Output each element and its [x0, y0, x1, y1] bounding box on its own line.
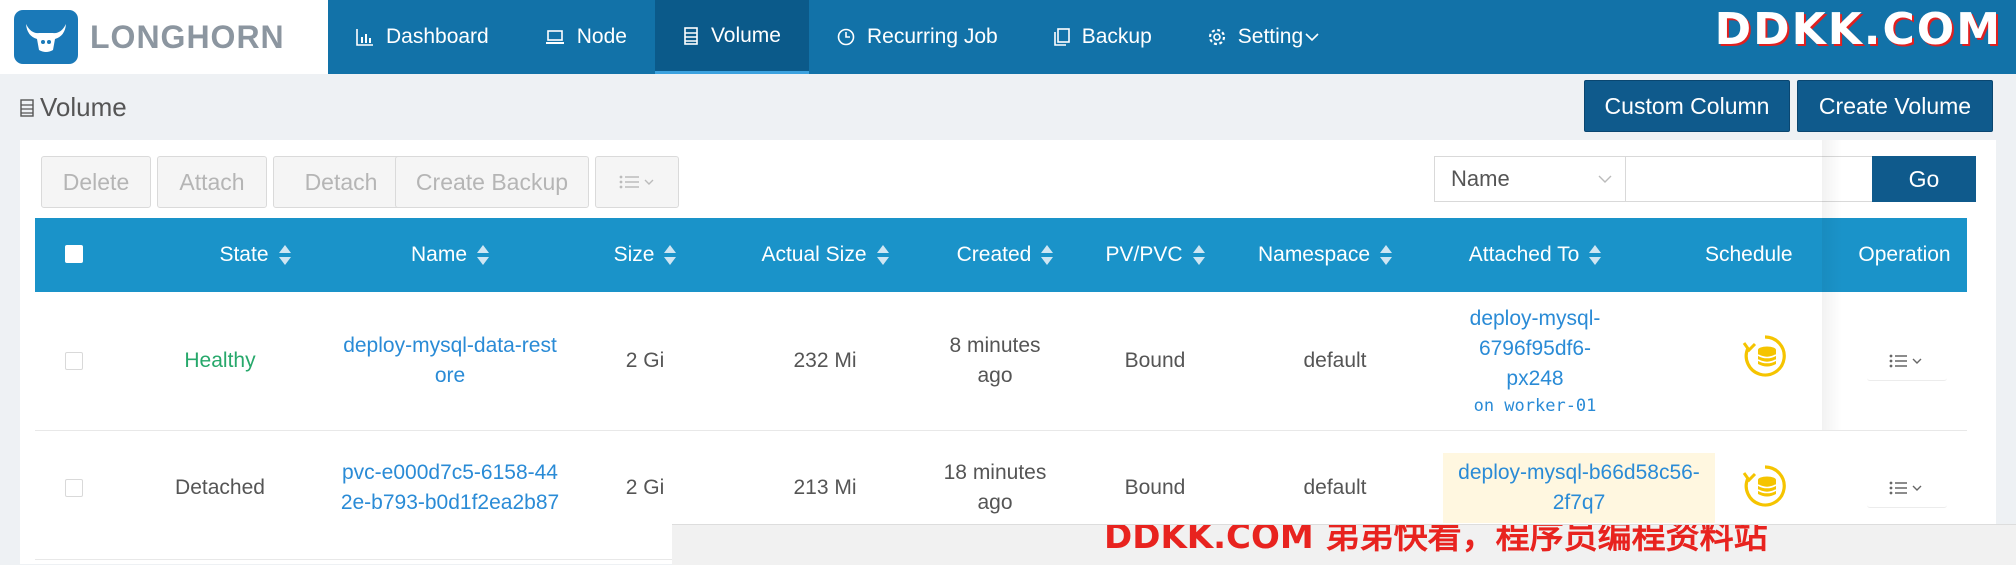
- nav-label: Setting: [1237, 25, 1304, 48]
- longhorn-logo-icon: [14, 10, 78, 64]
- copy-icon: [1053, 28, 1070, 46]
- create-backup-button[interactable]: Create Backup: [395, 156, 589, 208]
- nav-volume[interactable]: Volume: [654, 0, 809, 74]
- volume-created: 8 minutes ago: [949, 334, 1041, 387]
- volume-size: 2 Gi: [625, 349, 665, 372]
- attach-button[interactable]: Attach: [157, 156, 267, 208]
- nav-node[interactable]: Node: [517, 0, 655, 74]
- sort-icon: [1380, 244, 1393, 266]
- list-icon: [1889, 354, 1922, 368]
- volume-card: Delete Attach Detach Create Backup Name …: [20, 140, 1996, 564]
- sort-icon: [1041, 244, 1054, 266]
- column-header-attached-to[interactable]: Attached To: [1415, 218, 1655, 292]
- row-operation-menu[interactable]: [1867, 469, 1947, 508]
- column-header-pvpvc[interactable]: PV/PVC: [1075, 218, 1235, 292]
- list-icon: [1889, 481, 1922, 495]
- laptop-icon: [545, 30, 564, 44]
- row-operation-menu[interactable]: [1867, 342, 1947, 381]
- recurring-schedule-icon[interactable]: [1735, 292, 1795, 420]
- table-header: State Name Size Actual Size Created PV/P…: [35, 218, 1967, 292]
- volume-pv-status: Bound: [1124, 349, 1186, 372]
- column-header-operation: Operation: [1842, 218, 1967, 292]
- watermark-logo: DDKK.COM: [1714, 4, 2002, 55]
- brand-name: LONGHORN: [90, 18, 285, 55]
- volume-state: Detached: [175, 476, 265, 499]
- detach-button[interactable]: Detach: [273, 156, 409, 208]
- volume-name-link[interactable]: deploy-mysql-data-rest ore: [335, 292, 565, 430]
- sort-icon: [278, 244, 291, 266]
- nav-label: Volume: [710, 23, 781, 47]
- column-header-schedule: Schedule: [1705, 243, 1793, 266]
- gear-icon: [1208, 28, 1225, 46]
- create-volume-button[interactable]: Create Volume: [1797, 80, 1993, 132]
- sort-icon: [477, 244, 490, 266]
- nav-label: Dashboard: [386, 25, 489, 48]
- column-header-actual-size[interactable]: Actual Size: [725, 218, 925, 292]
- delete-button[interactable]: Delete: [41, 156, 151, 208]
- search-field-select[interactable]: Name: [1434, 156, 1626, 202]
- nav-label: Node: [576, 25, 627, 48]
- search-field-value: Name: [1451, 166, 1510, 191]
- sort-icon: [664, 244, 677, 266]
- row-checkbox[interactable]: [65, 352, 83, 370]
- chevron-down-icon: [1305, 33, 1319, 42]
- database-icon: [684, 26, 698, 45]
- custom-column-button[interactable]: Custom Column: [1584, 80, 1790, 132]
- sort-icon: [1589, 244, 1602, 266]
- volume-namespace: default: [1303, 349, 1367, 372]
- watermark-banner-text: DDKK.COM 弟弟快看，程序员编程资料站: [1104, 524, 1768, 557]
- select-all-checkbox[interactable]: [65, 245, 83, 263]
- sort-icon: [1192, 244, 1205, 266]
- logo[interactable]: LONGHORN: [0, 0, 328, 74]
- column-header-size[interactable]: Size: [575, 218, 715, 292]
- column-header-namespace[interactable]: Namespace: [1225, 218, 1425, 292]
- volume-attached-to[interactable]: deploy-mysql-b66d58c56- 2f7q7: [1443, 453, 1715, 523]
- row-checkbox[interactable]: [65, 479, 83, 497]
- volume-attached-to[interactable]: deploy-mysql-6796f95df6- px248 on worker…: [1415, 292, 1655, 430]
- watermark-banner: DDKK.COM 弟弟快看，程序员编程资料站: [672, 524, 2016, 565]
- more-actions-button[interactable]: [595, 156, 679, 208]
- sort-icon: [876, 244, 889, 266]
- list-icon: [619, 175, 654, 189]
- nav-setting[interactable]: Setting: [1180, 0, 1347, 74]
- volume-name-link[interactable]: pvc-e000d7c5-6158-44 2e-b793-b0d1f2ea2b87: [335, 431, 565, 545]
- table-row: Healthy deploy-mysql-data-rest ore 2 Gi 2…: [35, 292, 1967, 431]
- chevron-down-icon: [1598, 175, 1612, 183]
- top-navigation-bar: LONGHORN Dashboard Node Volume Recurring…: [0, 0, 2016, 74]
- page-title: Volume: [20, 92, 127, 123]
- nav-recurring-job[interactable]: Recurring Job: [809, 0, 1026, 74]
- fixed-column-shadow: [1822, 140, 1842, 430]
- main-nav: Dashboard Node Volume Recurring Job Back…: [328, 0, 1347, 74]
- nav-dashboard[interactable]: Dashboard: [328, 0, 517, 74]
- column-header-name[interactable]: Name: [335, 218, 565, 292]
- clock-icon: [837, 28, 855, 46]
- bar-chart-icon: [356, 29, 373, 46]
- attached-node: on worker-01: [1473, 396, 1597, 416]
- nav-label: Recurring Job: [866, 25, 998, 48]
- database-icon: [20, 98, 34, 117]
- nav-backup[interactable]: Backup: [1026, 0, 1180, 74]
- column-header-state[interactable]: State: [155, 218, 355, 292]
- volume-state: Healthy: [184, 349, 256, 372]
- nav-label: Backup: [1081, 25, 1152, 48]
- page-title-text: Volume: [40, 92, 127, 122]
- go-button[interactable]: Go: [1872, 156, 1976, 202]
- column-header-created[interactable]: Created: [915, 218, 1095, 292]
- volume-actual-size: 232 Mi: [793, 349, 857, 372]
